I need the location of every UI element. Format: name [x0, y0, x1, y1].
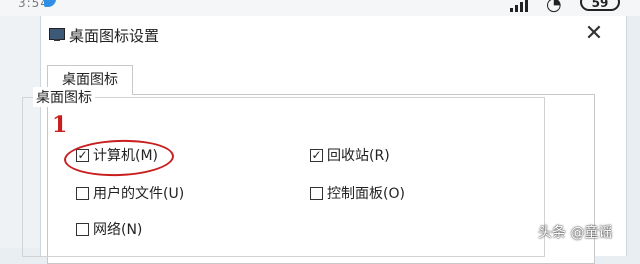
- battery-indicator: 59: [580, 0, 620, 11]
- groupbox-label: 桌面图标: [33, 87, 95, 107]
- signal-icon: [510, 0, 534, 12]
- checkbox-checked-icon: ✓: [310, 148, 323, 162]
- app-notification-icon: [44, 0, 56, 7]
- watermark: 头条 @童谣: [538, 225, 613, 241]
- annotation-step-number: 1: [52, 112, 68, 138]
- monitor-icon: [49, 28, 65, 42]
- checkbox-label: 控制面板(O): [327, 186, 405, 202]
- wifi-icon: ◔: [546, 0, 562, 15]
- checkbox-label: 网络(N): [93, 222, 143, 238]
- checkbox-unchecked-icon: [310, 187, 323, 200]
- dialog-title: 桌面图标设置: [69, 27, 160, 45]
- close-button[interactable]: ✕: [579, 20, 609, 48]
- checkbox-unchecked-icon: [76, 223, 89, 236]
- checkbox-label: 用户的文件(U): [93, 186, 185, 202]
- checkbox-label: 回收站(R): [327, 148, 390, 164]
- checkbox-unchecked-icon: [76, 187, 89, 200]
- status-bar: 3:54 ◔ 59: [0, 0, 640, 16]
